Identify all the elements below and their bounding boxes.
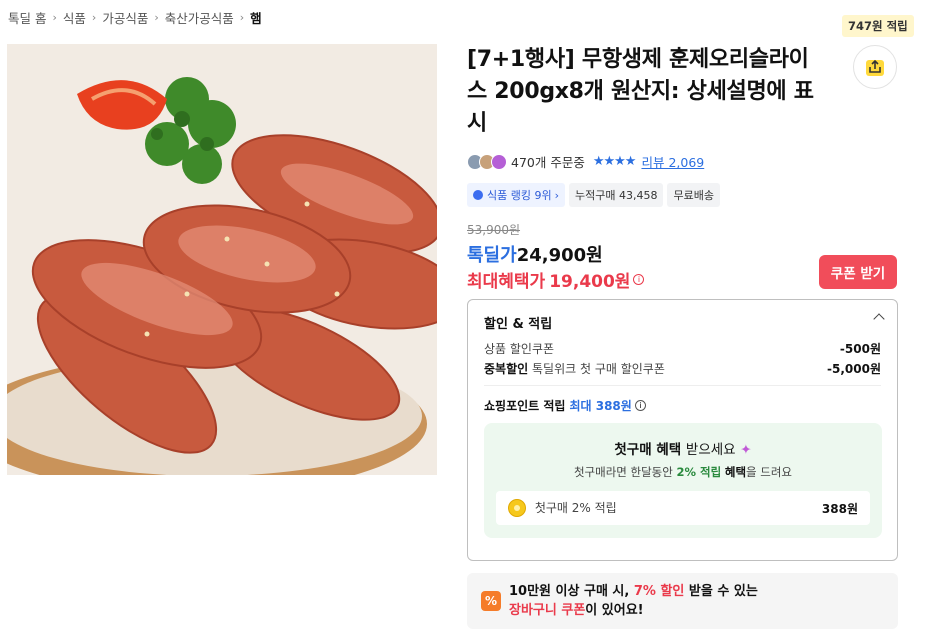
discount-panel: 할인 & 적립 상품 할인쿠폰 -500원 중복할인 톡딜위크 첫 구매 할인쿠… — [467, 299, 898, 561]
divider — [484, 385, 881, 386]
share-icon — [866, 59, 884, 76]
chevron-up-icon[interactable] — [873, 313, 885, 325]
point-tooltip: 747원 적립 — [842, 15, 914, 37]
product-meta: 470개 주문중 ★★★★ 리뷰 2,069 — [467, 152, 704, 171]
shopping-point-row: 쇼핑포인트 적립 최대 388원 i — [484, 397, 646, 414]
cart-banner-line2-suffix: 이 있어요! — [585, 603, 644, 618]
rank-badge[interactable]: 식품 랭킹 9위 › — [467, 183, 565, 207]
rating-stars-icon: ★★★★ — [592, 154, 637, 169]
first-buy-title-bold: 첫구매 혜택 — [614, 442, 682, 458]
deal-price-row: 톡딜가 24,900원 — [467, 241, 603, 267]
dup-discount-amount: -5,000원 — [827, 362, 881, 376]
cart-coupon-banner[interactable]: % 10만원 이상 구매 시, 7% 할인 받을 수 있는 장바구니 쿠폰이 있… — [467, 573, 898, 629]
chevron-right-icon: › — [91, 11, 97, 24]
cart-banner-coupon: 장바구니 쿠폰 — [509, 603, 586, 618]
chevron-right-icon: › — [554, 188, 559, 202]
first-buy-benefit: 첫구매 혜택 받으세요 ✦ 첫구매라면 한달동안 2% 적립 혜택을 드려요 첫… — [484, 423, 882, 538]
breadcrumb-processed-meat[interactable]: 축산가공식품 — [165, 8, 234, 27]
product-coupon-amount: -500원 — [839, 342, 881, 356]
product-image[interactable] — [7, 44, 437, 475]
party-popper-icon: ✦ — [740, 442, 752, 458]
rank-icon — [473, 190, 483, 200]
first-buy-title: 첫구매 혜택 받으세요 ✦ — [484, 438, 882, 458]
breadcrumb: 톡딜 홈 › 식품 › 가공식품 › 축산가공식품 › 햄 — [8, 8, 262, 27]
order-count: 470개 주문중 — [511, 155, 585, 170]
product-title: [7+1행사] 무항생제 훈제오리슬라이스 200gx8개 원산지: 상세설명에… — [467, 47, 814, 136]
product-coupon-label: 상품 할인쿠폰 — [484, 342, 555, 356]
cart-banner-discount: 7% 할인 — [633, 584, 685, 599]
breadcrumb-processed-food[interactable]: 가공식품 — [102, 8, 148, 27]
max-benefit-price: 19,400원 — [549, 272, 631, 292]
deal-price-label: 톡딜가 — [467, 245, 517, 266]
cart-banner-line1-suffix: 받을 수 있는 — [688, 584, 758, 599]
share-button[interactable] — [853, 45, 897, 89]
product-coupon-row: 상품 할인쿠폰 -500원 — [484, 340, 881, 357]
first-buy-sub-suffix: 을 드려요 — [746, 465, 793, 479]
first-buy-card-label: 첫구매 2% 적립 — [534, 500, 617, 515]
free-shipping-badge: 무료배송 — [667, 183, 720, 207]
first-buy-title-light: 받으세요 — [685, 442, 736, 458]
review-link[interactable]: 리뷰 2,069 — [641, 152, 704, 171]
buyer-avatars — [467, 153, 507, 170]
first-buy-rate: 2% 적립 — [676, 465, 722, 479]
breadcrumb-food[interactable]: 식품 — [63, 8, 86, 27]
badge-row: 식품 랭킹 9위 › 누적구매 43,458 무료배송 — [467, 183, 720, 207]
rank-badge-label: 식품 랭킹 9위 — [487, 189, 552, 202]
dup-discount-tag: 중복할인 — [484, 362, 529, 376]
cart-banner-line1-prefix: 10만원 이상 구매 시, — [509, 584, 630, 599]
first-buy-card: 첫구매 2% 적립 388원 — [496, 491, 870, 525]
percent-coupon-icon: % — [481, 591, 501, 611]
discount-panel-title: 할인 & 적립 — [484, 317, 553, 332]
dup-discount-label: 톡딜위크 첫 구매 할인쿠폰 — [532, 362, 665, 376]
cart-banner-text: 10만원 이상 구매 시, 7% 할인 받을 수 있는 장바구니 쿠폰이 있어요… — [509, 582, 758, 620]
shopping-point-label: 쇼핑포인트 적립 — [484, 399, 566, 413]
avatar — [491, 153, 507, 170]
dup-discount-row: 중복할인 톡딜위크 첫 구매 할인쿠폰 -5,000원 — [484, 360, 881, 377]
breadcrumb-ham[interactable]: 햄 — [250, 8, 262, 27]
info-icon[interactable]: i — [634, 400, 646, 411]
max-benefit-row: 최대혜택가 19,400원 i — [467, 267, 645, 292]
max-benefit-label: 최대혜택가 — [467, 272, 546, 292]
shopping-point-max: 최대 388원 — [569, 399, 632, 413]
chevron-right-icon: › — [239, 11, 245, 24]
original-price: 53,900원 — [467, 223, 521, 237]
info-icon[interactable]: i — [633, 274, 645, 285]
first-buy-strong: 혜택 — [724, 465, 747, 479]
breadcrumb-home[interactable]: 톡딜 홈 — [8, 8, 46, 27]
first-buy-sub-prefix: 첫구매라면 한달동안 — [573, 465, 673, 479]
first-buy-card-amount: 388원 — [821, 501, 858, 516]
deal-price: 24,900원 — [516, 245, 603, 266]
smoked-duck-photo — [7, 44, 437, 475]
chevron-right-icon: › — [52, 11, 57, 24]
chevron-right-icon: › — [154, 11, 159, 24]
coupon-button[interactable]: 쿠폰 받기 — [819, 255, 897, 289]
first-buy-subtitle: 첫구매라면 한달동안 2% 적립 혜택을 드려요 — [484, 464, 882, 480]
coin-icon — [508, 499, 526, 518]
cumulative-badge: 누적구매 43,458 — [569, 183, 664, 207]
